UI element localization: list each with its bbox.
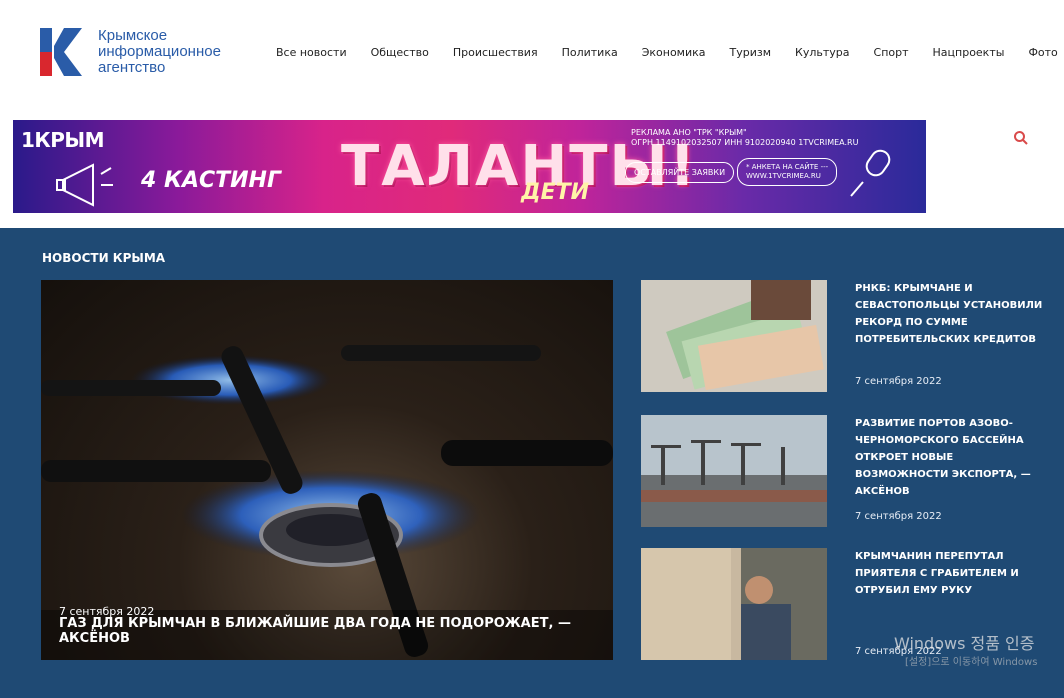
side-news-date-2: 7 сентября 2022	[855, 511, 942, 522]
side-news-date-1: 7 сентября 2022	[855, 376, 942, 387]
windows-activation-watermark: Windows 정품 인증	[894, 634, 1035, 653]
prison-guard-image	[641, 548, 827, 660]
nav-national-projects[interactable]: Нацпроекты	[933, 46, 1005, 59]
side-news-item-2[interactable]: РАЗВИТИЕ ПОРТОВ АЗОВО-ЧЕРНОМОРСКОГО БАСС…	[641, 415, 1041, 535]
logo-line-1: Крымское	[98, 27, 168, 44]
site-header: Крымское информационное агентство Все но…	[0, 0, 1064, 112]
banner-ad-disclaimer: РЕКЛАМА АНО "ТРК "КРЫМ"	[631, 128, 747, 137]
section-title: НОВОСТИ КРЫМА	[42, 251, 166, 265]
side-news-title-1[interactable]: РНКБ: КРЫМЧАНЕ И СЕВАСТОПОЛЬЦЫ УСТАНОВИЛ…	[855, 280, 1045, 348]
main-news-card[interactable]: 7 сентября 2022 ГАЗ ДЛЯ КРЫМЧАН В БЛИЖАЙ…	[41, 280, 613, 660]
nav-incidents[interactable]: Происшествия	[453, 46, 538, 59]
nav-culture[interactable]: Культура	[795, 46, 849, 59]
port-image	[641, 415, 827, 527]
nav-photo[interactable]: Фото	[1028, 46, 1057, 59]
banner-subtitle: ДЕТИ	[521, 180, 590, 205]
gas-stove-image	[41, 345, 613, 660]
logo-line-3: агентство	[98, 59, 166, 76]
side-news-text-1: РНКБ: КРЫМЧАНЕ И СЕВАСТОПОЛЬЦЫ УСТАНОВИЛ…	[855, 280, 1045, 387]
banner-ad-registration: ОГРН 1149102032507 ИНН 9102020940 1TVCRI…	[631, 138, 859, 147]
side-news-title-3[interactable]: КРЫМЧАНИН ПЕРЕПУТАЛ ПРИЯТЕЛЯ С ГРАБИТЕЛЕ…	[855, 548, 1045, 599]
main-nav: Все новости Общество Происшествия Полити…	[276, 46, 1064, 59]
logo-text: Крымское информационное агентство	[98, 28, 221, 76]
logo-line-2: информационное	[98, 43, 221, 60]
banner-site-line-2: WWW.1TVCRIMEA.RU	[746, 172, 821, 180]
search-icon[interactable]	[1013, 130, 1029, 146]
money-image	[641, 280, 827, 392]
side-news-item-1[interactable]: РНКБ: КРЫМЧАНЕ И СЕВАСТОПОЛЬЦЫ УСТАНОВИЛ…	[641, 280, 1042, 400]
nav-economy[interactable]: Экономика	[642, 46, 706, 59]
site-logo[interactable]: Крымское информационное агентство	[40, 28, 221, 76]
banner-brand: 1КРЫМ	[21, 128, 105, 152]
nav-society[interactable]: Общество	[371, 46, 429, 59]
nav-politics[interactable]: Политика	[562, 46, 618, 59]
news-section: НОВОСТИ КРЫМА 7 сентября 2022 ГАЗ ДЛЯ КР…	[0, 228, 1064, 698]
main-news-headline[interactable]: ГАЗ ДЛЯ КРЫМЧАН В БЛИЖАЙШИЕ ДВА ГОДА НЕ …	[59, 616, 613, 646]
windows-activation-hint: [설정]으로 이동하여 Windows	[905, 657, 1038, 668]
banner-site-line-1: * АНКЕТА НА САЙТЕ ---	[746, 163, 829, 171]
megaphone-icon	[56, 163, 113, 207]
side-news-text-2: РАЗВИТИЕ ПОРТОВ АЗОВО-ЧЕРНОМОРСКОГО БАСС…	[855, 415, 1045, 522]
microphone-icon	[850, 149, 891, 197]
side-news-text-3: КРЫМЧАНИН ПЕРЕПУТАЛ ПРИЯТЕЛЯ С ГРАБИТЕЛЕ…	[855, 548, 1045, 657]
side-news-title-2[interactable]: РАЗВИТИЕ ПОРТОВ АЗОВО-ЧЕРНОМОРСКОГО БАСС…	[855, 415, 1045, 500]
nav-sport[interactable]: Спорт	[874, 46, 909, 59]
banner-site-button[interactable]: * АНКЕТА НА САЙТЕ --- WWW.1TVCRIMEA.RU	[737, 158, 838, 186]
nav-tourism[interactable]: Туризм	[730, 46, 772, 59]
logo-k-icon	[40, 28, 82, 76]
ad-banner[interactable]: 1КРЫМ 4 КАСТИНГ ТАЛАНТЫ! ДЕТИ РЕКЛАМА АН…	[13, 120, 926, 213]
banner-apply-button[interactable]: ОСТАВЛЯЙТЕ ЗАЯВКИ	[625, 162, 735, 183]
nav-all-news[interactable]: Все новости	[276, 46, 347, 59]
banner-casting: 4 КАСТИНГ	[141, 168, 281, 193]
